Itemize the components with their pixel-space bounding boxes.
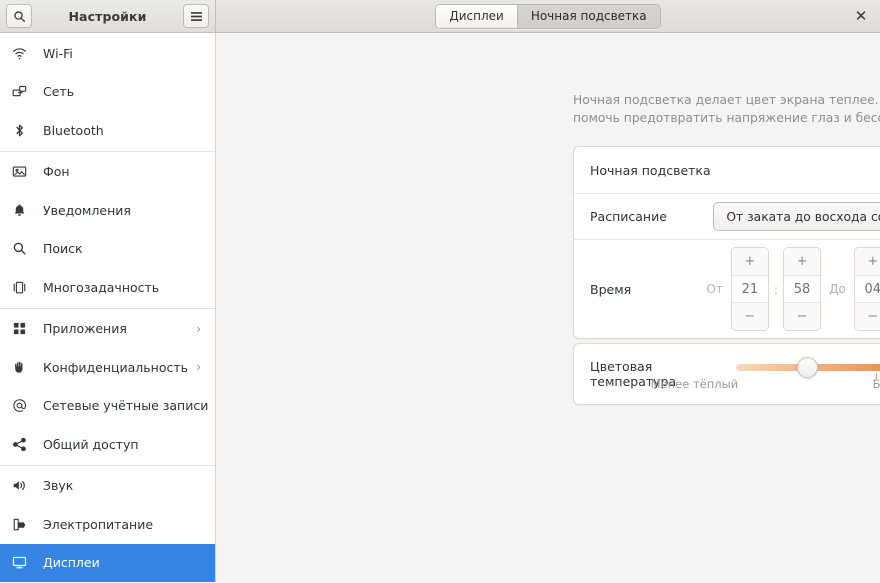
tab-night-light[interactable]: Ночная подсветка xyxy=(517,5,660,28)
search-icon xyxy=(13,10,26,23)
sidebar-item-sharing[interactable]: Общий доступ xyxy=(0,425,215,464)
tab-displays[interactable]: Дисплеи xyxy=(436,5,516,28)
settings-window: Настройки Дисплеи Ночная подсветка ✕ xyxy=(0,0,880,583)
slider-thumb[interactable] xyxy=(797,357,818,378)
window-title: Настройки xyxy=(69,9,147,24)
slider-min-label: Менее тёплый xyxy=(651,377,739,391)
from-hours-decrement-button[interactable]: − xyxy=(732,303,768,330)
to-label: До xyxy=(821,282,854,296)
share-icon xyxy=(12,436,34,452)
sidebar-divider xyxy=(0,465,215,466)
schedule-dropdown[interactable]: От заката до восхода солнца ▼ xyxy=(713,202,880,231)
time-controls: От + 21 − : + 58 − До xyxy=(698,247,880,331)
sidebar-item-label: Уведомления xyxy=(43,203,205,218)
sidebar-item-label: Приложения xyxy=(43,321,196,336)
window-body: Wi-Fi Сеть Bluetooth xyxy=(0,33,880,583)
bluetooth-icon xyxy=(12,122,34,138)
sidebar-item-label: Электропитание xyxy=(43,517,205,532)
speaker-icon xyxy=(12,478,34,494)
settings-sidebar: Wi-Fi Сеть Bluetooth xyxy=(0,33,216,583)
sidebar-item-label: Многозадачность xyxy=(43,280,205,295)
from-minutes-value[interactable]: 58 xyxy=(784,275,820,304)
from-hours-stepper[interactable]: + 21 − xyxy=(731,247,769,331)
display-monitor-icon xyxy=(12,555,34,571)
to-hours-value[interactable]: 04 xyxy=(855,275,880,304)
sidebar-divider xyxy=(0,308,215,309)
from-time-separator: : xyxy=(769,282,783,297)
search-button[interactable] xyxy=(6,4,32,28)
hamburger-menu-icon xyxy=(190,11,203,22)
from-minutes-decrement-button[interactable]: − xyxy=(784,303,820,330)
to-hours-increment-button[interactable]: + xyxy=(855,248,880,275)
sidebar-item-label: Общий доступ xyxy=(43,437,205,452)
sidebar-item-label: Дисплеи xyxy=(43,555,205,570)
color-temperature-card: Цветовая температура Менее тёплый Более … xyxy=(573,343,880,405)
bell-icon xyxy=(12,202,34,218)
sidebar-item-network[interactable]: Сеть xyxy=(0,73,215,112)
hand-privacy-icon xyxy=(12,359,34,375)
sidebar-item-bluetooth[interactable]: Bluetooth xyxy=(0,111,215,150)
schedule-selected-value: От заката до восхода солнца xyxy=(726,210,880,224)
header-content-section: Дисплеи Ночная подсветка ✕ xyxy=(216,0,880,32)
view-switcher: Дисплеи Ночная подсветка xyxy=(435,4,660,29)
sidebar-item-label: Звук xyxy=(43,478,205,493)
sidebar-item-label: Конфиденциальность xyxy=(43,360,196,375)
night-light-row: Ночная подсветка xyxy=(574,147,880,193)
night-light-label: Ночная подсветка xyxy=(590,163,711,178)
sidebar-item-background[interactable]: Фон xyxy=(0,153,215,192)
sidebar-item-displays[interactable]: Дисплеи xyxy=(0,544,215,583)
night-light-settings-card: Ночная подсветка Расписание От заката до… xyxy=(573,146,880,339)
sidebar-item-label: Bluetooth xyxy=(43,123,205,138)
sidebar-item-notifications[interactable]: Уведомления xyxy=(0,191,215,230)
chevron-right-icon: › xyxy=(196,360,205,374)
sidebar-item-label: Сетевые учётные записи xyxy=(43,398,208,413)
sidebar-item-search[interactable]: Поиск xyxy=(0,230,215,269)
sidebar-item-power[interactable]: Электропитание xyxy=(0,505,215,544)
sidebar-item-privacy[interactable]: Конфиденциальность › xyxy=(0,348,215,387)
sidebar-item-multitasking[interactable]: Многозадачность xyxy=(0,268,215,307)
slider-max-label: Более тёплый xyxy=(873,377,880,391)
sidebar-item-applications[interactable]: Приложения › xyxy=(0,310,215,349)
sidebar-item-label: Сеть xyxy=(43,84,205,99)
sidebar-item-wifi[interactable]: Wi-Fi xyxy=(0,34,215,73)
search-icon xyxy=(12,241,34,257)
sidebar-item-label: Фон xyxy=(43,164,205,179)
from-hours-value[interactable]: 21 xyxy=(732,275,768,304)
sidebar-item-label: Поиск xyxy=(43,241,205,256)
at-sign-icon xyxy=(12,398,34,414)
apps-grid-icon xyxy=(12,321,34,337)
time-row: Время От + 21 − : + 58 − xyxy=(574,239,880,338)
main-menu-button[interactable] xyxy=(183,4,209,28)
color-temperature-row: Цветовая температура Менее тёплый Более … xyxy=(574,344,880,404)
time-label: Время xyxy=(590,282,631,297)
sidebar-item-online-accounts[interactable]: Сетевые учётные записи xyxy=(0,387,215,426)
wifi-icon xyxy=(12,45,34,61)
sidebar-item-sound[interactable]: Звук xyxy=(0,467,215,506)
from-minutes-increment-button[interactable]: + xyxy=(784,248,820,275)
to-hours-stepper[interactable]: + 04 − xyxy=(854,247,880,331)
sidebar-item-label: Wi-Fi xyxy=(43,46,205,61)
multitasking-icon xyxy=(12,279,34,295)
from-hours-increment-button[interactable]: + xyxy=(732,248,768,275)
header-bar: Настройки Дисплеи Ночная подсветка ✕ xyxy=(0,0,880,33)
schedule-row: Расписание От заката до восхода солнца ▼ xyxy=(574,193,880,239)
from-minutes-stepper[interactable]: + 58 − xyxy=(783,247,821,331)
from-label: От xyxy=(698,282,730,296)
panel-description: Ночная подсветка делает цвет экрана тепл… xyxy=(573,91,880,127)
power-battery-icon xyxy=(12,516,34,532)
background-icon xyxy=(12,164,34,180)
color-temperature-slider[interactable]: Менее тёплый Более тёплый xyxy=(736,344,880,404)
network-icon xyxy=(12,84,34,100)
chevron-right-icon: › xyxy=(196,322,205,336)
close-window-button[interactable]: ✕ xyxy=(850,5,872,27)
schedule-label: Расписание xyxy=(590,209,667,224)
sidebar-divider xyxy=(0,151,215,152)
to-hours-decrement-button[interactable]: − xyxy=(855,303,880,330)
header-sidebar-section: Настройки xyxy=(0,0,216,32)
night-light-panel: Ночная подсветка делает цвет экрана тепл… xyxy=(216,33,880,583)
